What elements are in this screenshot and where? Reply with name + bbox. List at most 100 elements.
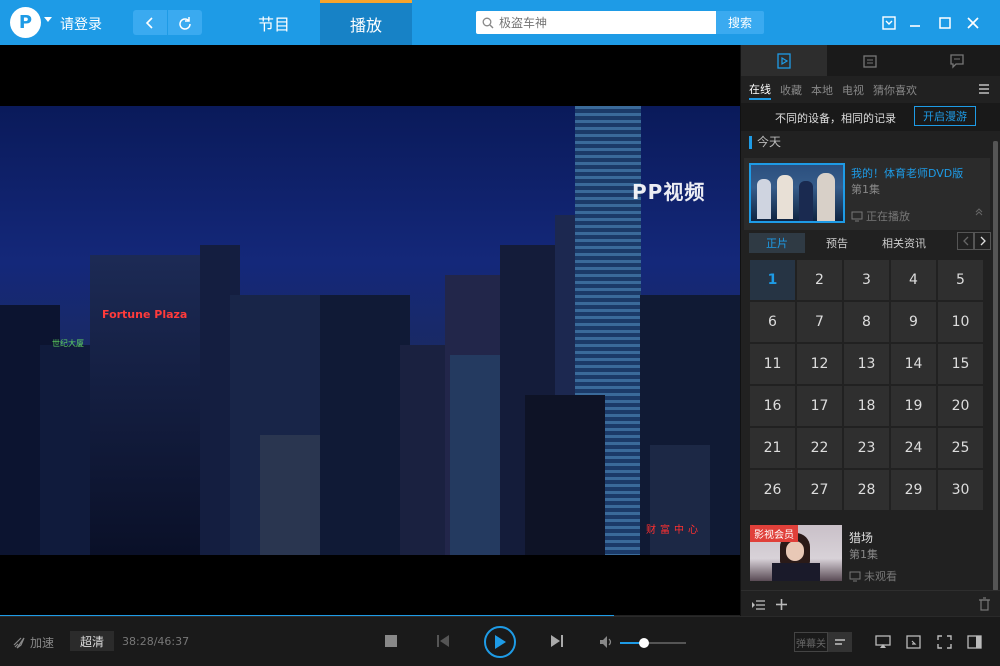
cast-icon	[875, 635, 891, 648]
danmaku-icon	[835, 639, 845, 645]
speed-up-label: 加速	[30, 636, 55, 650]
episode-button[interactable]: 16	[750, 386, 795, 426]
episode-button[interactable]: 11	[750, 344, 795, 384]
trash-icon[interactable]	[978, 597, 991, 611]
subtab-favorites[interactable]: 收藏	[780, 82, 802, 98]
tab-trailers[interactable]: 预告	[805, 233, 869, 253]
episode-button[interactable]: 15	[938, 344, 983, 384]
volume-slider-handle[interactable]	[638, 638, 649, 648]
current-item-status: 正在播放	[851, 208, 910, 224]
search-button[interactable]: 搜索	[716, 11, 764, 34]
episode-button[interactable]: 25	[938, 428, 983, 468]
video-frame: PP视频 Fortune Plaza 世纪大厦 财富中心	[0, 106, 740, 555]
refresh-button[interactable]	[168, 10, 202, 35]
logo-dropdown-icon[interactable]	[44, 17, 52, 22]
minimize-button[interactable]	[904, 12, 926, 34]
search-icon	[482, 17, 494, 28]
maximize-button[interactable]	[934, 12, 956, 34]
stop-button[interactable]	[385, 635, 397, 647]
toggle-sidebar-button[interactable]	[967, 635, 982, 649]
picture-in-picture-button[interactable]	[906, 635, 921, 649]
episode-button[interactable]: 9	[891, 302, 936, 342]
mini-mode-button[interactable]	[878, 12, 900, 34]
volume-slider[interactable]	[620, 638, 686, 648]
stop-icon	[385, 635, 397, 647]
speed-up-button[interactable]: 加速	[12, 634, 54, 651]
list-sort-icon[interactable]	[752, 599, 766, 611]
playlist-icon	[777, 52, 791, 69]
episode-button[interactable]: 10	[938, 302, 983, 342]
panel-scrollbar[interactable]	[993, 141, 998, 591]
episode-button[interactable]: 30	[938, 470, 983, 510]
subtab-online[interactable]: 在线	[749, 81, 771, 100]
chevron-up-double-icon[interactable]	[974, 207, 984, 217]
episode-button[interactable]: 28	[844, 470, 889, 510]
red-sign: 财富中心	[646, 525, 702, 536]
subtab-local[interactable]: 本地	[811, 82, 833, 98]
sync-banner: 不同的设备，相同的记录 开启漫游	[741, 103, 1000, 131]
tab-episodes[interactable]: 正片	[749, 233, 805, 253]
episode-button[interactable]: 12	[797, 344, 842, 384]
play-icon	[495, 635, 506, 649]
search-input[interactable]	[499, 15, 699, 30]
current-item-card[interactable]: 我的！体育老师DVD版 第1集 正在播放	[744, 158, 990, 230]
episode-button[interactable]: 17	[797, 386, 842, 426]
episode-button[interactable]: 1	[750, 260, 795, 300]
episode-tabs: 正片 预告 相关资讯	[749, 232, 991, 254]
next-item-card[interactable]: 影视会员 猎场 第1集 未观看	[744, 523, 990, 589]
skip-next-icon	[551, 635, 563, 647]
episode-button[interactable]: 4	[891, 260, 936, 300]
previous-button[interactable]	[436, 634, 450, 648]
enable-sync-button[interactable]: 开启漫游	[914, 106, 976, 126]
fullscreen-button[interactable]	[937, 635, 952, 649]
login-link[interactable]: 请登录	[60, 14, 102, 34]
volume-icon	[600, 636, 612, 648]
quality-button[interactable]: 超清	[70, 631, 114, 651]
episode-button[interactable]: 5	[938, 260, 983, 300]
back-button[interactable]	[133, 10, 167, 35]
tab-playback[interactable]: 播放	[320, 0, 412, 45]
tab-playlist[interactable]	[741, 45, 828, 76]
app-logo[interactable]: P	[10, 7, 41, 38]
close-button[interactable]	[962, 12, 984, 34]
episode-button[interactable]: 14	[891, 344, 936, 384]
episode-button[interactable]: 18	[844, 386, 889, 426]
episode-button[interactable]: 6	[750, 302, 795, 342]
episode-button[interactable]: 21	[750, 428, 795, 468]
panel-icon-tabs	[741, 45, 1000, 76]
menu-icon[interactable]	[978, 83, 990, 95]
tab-related-news[interactable]: 相关资讯	[869, 233, 939, 253]
episode-button[interactable]: 8	[844, 302, 889, 342]
episode-button[interactable]: 7	[797, 302, 842, 342]
mute-button[interactable]	[599, 635, 613, 649]
next-button[interactable]	[550, 634, 564, 648]
episode-button[interactable]: 13	[844, 344, 889, 384]
episode-button[interactable]: 27	[797, 470, 842, 510]
tab-programs[interactable]: 节目	[228, 0, 320, 45]
episode-button[interactable]: 19	[891, 386, 936, 426]
danmaku-settings-button[interactable]	[828, 632, 852, 652]
video-player[interactable]: PP视频 Fortune Plaza 世纪大厦 财富中心	[0, 45, 740, 616]
tab-files[interactable]	[827, 45, 913, 76]
subtab-tv[interactable]: 电视	[842, 82, 864, 98]
prev-page-button[interactable]	[957, 232, 974, 250]
next-page-button[interactable]	[974, 232, 991, 250]
building-shape	[90, 255, 210, 555]
subtab-recommend[interactable]: 猜你喜欢	[873, 82, 917, 98]
add-icon[interactable]	[775, 598, 788, 611]
episode-button[interactable]: 24	[891, 428, 936, 468]
episode-button[interactable]: 3	[844, 260, 889, 300]
episode-button[interactable]: 22	[797, 428, 842, 468]
danmaku-toggle[interactable]: 弹幕关	[794, 632, 828, 652]
next-item-thumbnail: 影视会员	[750, 525, 842, 581]
episode-button[interactable]: 23	[844, 428, 889, 468]
episode-button[interactable]: 20	[938, 386, 983, 426]
episode-button[interactable]: 29	[891, 470, 936, 510]
episode-button[interactable]: 26	[750, 470, 795, 510]
scrollbar-thumb[interactable]	[993, 141, 998, 591]
tab-comments[interactable]	[914, 45, 1000, 76]
episode-button[interactable]: 2	[797, 260, 842, 300]
play-button[interactable]	[484, 626, 516, 658]
cast-button[interactable]	[875, 635, 891, 649]
maximize-icon	[939, 17, 951, 29]
